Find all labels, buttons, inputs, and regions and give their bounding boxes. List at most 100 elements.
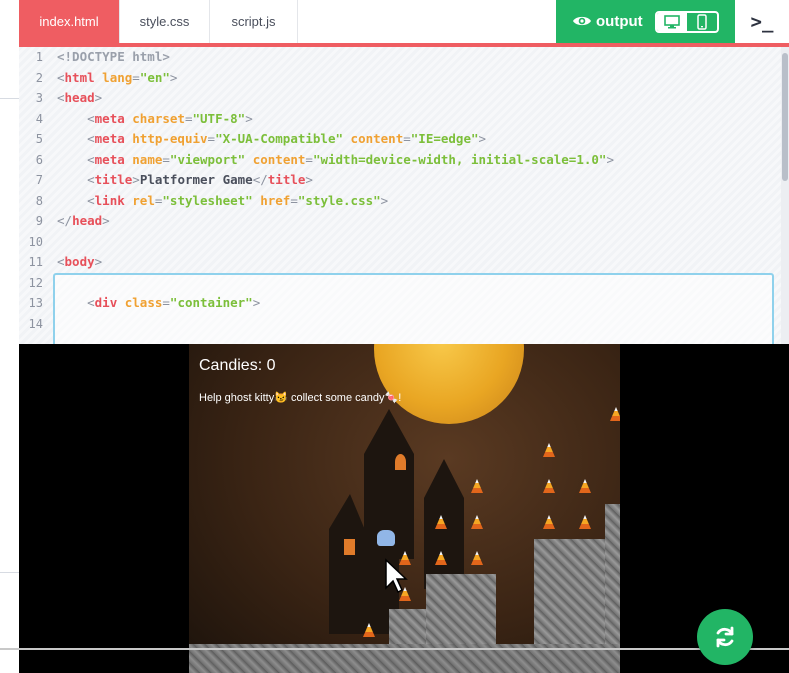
code-token: < xyxy=(57,90,65,105)
output-label: output xyxy=(596,13,643,30)
code-token: "width=device-width, initial-scale=1.0" xyxy=(312,151,607,167)
candy xyxy=(543,479,555,493)
stone-platform xyxy=(534,539,609,649)
code-line[interactable]: 8 <link rel="stylesheet" href="style.css… xyxy=(19,191,779,212)
code-token: Platformer Game xyxy=(139,172,253,187)
code-token: content xyxy=(252,151,306,167)
code-token: = xyxy=(162,295,170,310)
game-canvas[interactable]: Candies: 0 Help ghost kitty😼 collect som… xyxy=(189,344,620,673)
code-line[interactable]: 1 <!DOCTYPE html> xyxy=(19,47,779,68)
code-token: "container" xyxy=(169,295,253,310)
castle-window xyxy=(395,454,406,470)
line-number: 11 xyxy=(28,255,43,269)
candy xyxy=(543,443,555,457)
code-line[interactable]: 11 <body> xyxy=(19,252,779,273)
code-line[interactable]: 14 xyxy=(19,314,779,335)
code-line[interactable]: 12 xyxy=(19,273,779,294)
code-token: > xyxy=(132,172,140,187)
castle-window xyxy=(344,539,355,555)
line-number: 9 xyxy=(35,214,43,228)
code-line[interactable]: 7 <title>Platformer Game</title> xyxy=(19,170,779,191)
code-token: "en" xyxy=(139,69,170,85)
code-editor: index.html style.css script.js output >_… xyxy=(19,0,789,673)
code-token: < xyxy=(57,69,65,85)
device-toggle[interactable] xyxy=(655,11,719,33)
code-token: > xyxy=(169,69,178,85)
code-line[interactable]: 13 <div class="container"> xyxy=(19,293,779,314)
code-token: "X-UA-Compatible" xyxy=(215,131,344,146)
code-token: > xyxy=(252,295,261,310)
code-line[interactable]: 2 <html lang="en"> xyxy=(19,68,779,89)
line-number: 6 xyxy=(35,152,43,167)
line-number: 2 xyxy=(35,70,43,85)
code-token: < xyxy=(87,110,95,126)
code-line[interactable]: 5 <meta http-equiv="X-UA-Compatible" con… xyxy=(19,129,779,150)
code-token: rel xyxy=(132,192,155,208)
code-token: > xyxy=(478,131,487,146)
code-token: = xyxy=(184,110,193,126)
tab-label: index.html xyxy=(39,14,99,29)
code-token: > xyxy=(245,110,253,126)
code-token: > xyxy=(380,192,389,208)
tab-label: script.js xyxy=(231,14,276,29)
code-line[interactable]: 6 <meta name="viewport" content="width=d… xyxy=(19,150,779,171)
tab-index-html[interactable]: index.html xyxy=(19,0,120,43)
code-line[interactable]: 9 </head> xyxy=(19,211,779,232)
code-token: class xyxy=(124,295,163,310)
code-token: "UTF-8" xyxy=(192,110,246,126)
scrollbar[interactable] xyxy=(781,47,789,344)
refresh-icon xyxy=(716,626,734,648)
code-line[interactable]: 4 <meta charset="UTF-8"> xyxy=(19,109,779,130)
line-number: 3 xyxy=(35,91,43,105)
code-token: "viewport" xyxy=(169,151,246,167)
stone-platform xyxy=(426,574,496,649)
code-area[interactable]: 1 <!DOCTYPE html> 2 <html lang="en"> 3 <head>… xyxy=(19,47,789,344)
code-token: < xyxy=(87,172,95,187)
code-token: "IE=edge" xyxy=(410,131,479,146)
desktop-view-toggle[interactable] xyxy=(657,13,687,31)
tab-bar: index.html style.css script.js output >_ xyxy=(19,0,789,47)
mouse-cursor-icon xyxy=(385,558,408,594)
code-token: </ xyxy=(252,172,268,187)
code-token: = xyxy=(162,151,170,167)
code-line[interactable]: 10 xyxy=(19,232,779,253)
video-progress-line xyxy=(0,648,789,650)
code-token: > xyxy=(102,213,110,228)
code-token: charset xyxy=(132,110,185,126)
code-token: "style.css" xyxy=(297,192,381,208)
output-button[interactable]: output xyxy=(556,0,735,43)
code-token: meta xyxy=(94,151,125,167)
tab-script-js[interactable]: script.js xyxy=(210,0,298,43)
code-token: meta xyxy=(94,131,125,146)
scrollbar-thumb[interactable] xyxy=(782,53,788,181)
code-token: title xyxy=(267,172,306,187)
tab-style-css[interactable]: style.css xyxy=(120,0,210,43)
candies-counter: Candies: 0 xyxy=(199,357,276,374)
terminal-button[interactable]: >_ xyxy=(735,0,789,43)
code-token: href xyxy=(260,192,291,208)
code-token: head xyxy=(72,213,103,228)
candy xyxy=(579,515,591,529)
code-token: < xyxy=(57,254,65,269)
line-number: 10 xyxy=(28,234,43,249)
line-number: 4 xyxy=(35,111,43,126)
code-token: div xyxy=(94,295,118,310)
eye-icon xyxy=(573,16,591,26)
mobile-view-toggle[interactable] xyxy=(687,13,717,31)
code-token: lang xyxy=(102,69,133,85)
moon xyxy=(374,344,524,424)
line-number: 13 xyxy=(28,296,43,310)
code-token: = xyxy=(290,192,298,208)
code-token: content xyxy=(350,131,404,146)
code-token: = xyxy=(305,151,313,167)
refresh-button[interactable] xyxy=(697,609,753,665)
phone-icon xyxy=(697,14,707,30)
code-line[interactable]: 3 <head> xyxy=(19,88,779,109)
candy xyxy=(579,479,591,493)
